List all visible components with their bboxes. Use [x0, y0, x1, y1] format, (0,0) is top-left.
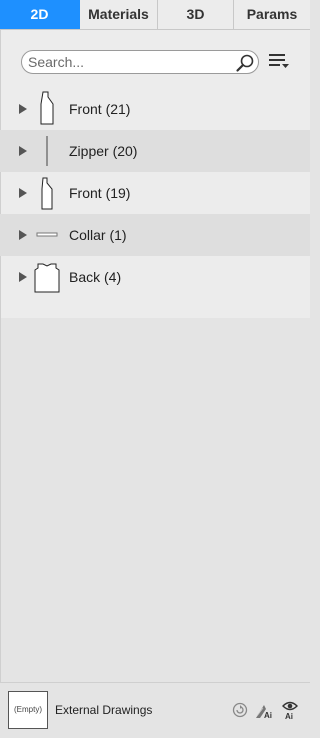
- expand-arrow-icon[interactable]: [18, 271, 28, 283]
- list-item[interactable]: Zipper (20): [0, 130, 310, 172]
- list-item[interactable]: Front (19): [0, 172, 310, 214]
- front-piece-icon: [40, 91, 54, 125]
- list-item[interactable]: Collar (1): [0, 214, 310, 256]
- expand-arrow-icon[interactable]: [18, 103, 28, 115]
- list-item-label: Collar (1): [69, 227, 127, 243]
- tab-2d[interactable]: 2D: [0, 0, 80, 29]
- search-input[interactable]: [28, 53, 228, 71]
- tab-bar: 2D Materials 3D Params: [0, 0, 310, 30]
- search-row: [0, 36, 310, 88]
- external-drawings-label: External Drawings: [55, 703, 153, 717]
- tab-3d[interactable]: 3D: [158, 0, 234, 29]
- back-piece-icon: [34, 263, 60, 293]
- zipper-piece-icon: [46, 136, 48, 166]
- tab-materials[interactable]: Materials: [80, 0, 158, 29]
- list-item-label: Front (19): [69, 185, 131, 201]
- ai-view-icon[interactable]: Ai: [281, 700, 299, 720]
- list-item-label: Back (4): [69, 269, 122, 285]
- external-drawings-bar: (Empty) External Drawings Ai Ai: [0, 682, 310, 738]
- sort-menu-icon[interactable]: [268, 52, 290, 72]
- search-icon[interactable]: [235, 53, 255, 73]
- front-piece-icon: [41, 177, 53, 210]
- svg-text:Ai: Ai: [285, 712, 293, 720]
- external-drawing-thumbnail[interactable]: (Empty): [8, 691, 48, 729]
- expand-arrow-icon[interactable]: [18, 229, 28, 241]
- list-item[interactable]: Front (21): [0, 88, 310, 130]
- ai-trace-icon[interactable]: Ai: [255, 700, 273, 720]
- list-item-label: Front (21): [69, 101, 131, 117]
- refresh-icon[interactable]: [231, 700, 249, 720]
- list-item-label: Zipper (20): [69, 143, 138, 159]
- collar-piece-icon: [36, 232, 58, 237]
- expand-arrow-icon[interactable]: [18, 145, 28, 157]
- tab-params[interactable]: Params: [234, 0, 310, 29]
- search-field[interactable]: [21, 50, 259, 74]
- list-item[interactable]: Back (4): [0, 256, 310, 298]
- svg-text:Ai: Ai: [264, 711, 272, 720]
- expand-arrow-icon[interactable]: [18, 187, 28, 199]
- pattern-piece-list: Front (21) Zipper (20) Front (19) Collar…: [0, 88, 310, 298]
